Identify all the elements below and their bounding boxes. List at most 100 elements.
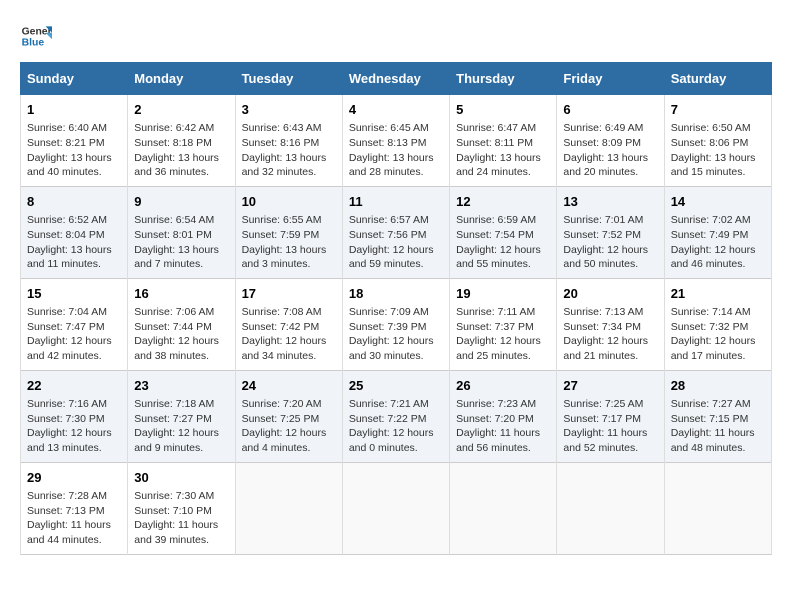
day-number: 8 (27, 193, 121, 211)
day-number: 4 (349, 101, 443, 119)
calendar-cell (664, 462, 771, 554)
day-number: 16 (134, 285, 228, 303)
calendar-cell: 18 Sunrise: 7:09 AM Sunset: 7:39 PM Dayli… (342, 278, 449, 370)
calendar-cell: 15 Sunrise: 7:04 AM Sunset: 7:47 PM Dayli… (21, 278, 128, 370)
day-info: Sunrise: 6:43 AM Sunset: 8:16 PM Dayligh… (242, 121, 336, 180)
day-info: Sunrise: 6:45 AM Sunset: 8:13 PM Dayligh… (349, 121, 443, 180)
day-number: 30 (134, 469, 228, 487)
day-info: Sunrise: 7:08 AM Sunset: 7:42 PM Dayligh… (242, 305, 336, 364)
svg-text:Blue: Blue (22, 38, 45, 49)
weekday-header: Saturday (664, 63, 771, 95)
day-number: 2 (134, 101, 228, 119)
day-number: 20 (563, 285, 657, 303)
day-info: Sunrise: 7:23 AM Sunset: 7:20 PM Dayligh… (456, 397, 550, 456)
calendar-table: SundayMondayTuesdayWednesdayThursdayFrid… (20, 62, 772, 555)
calendar-cell: 29Sunrise: 7:28 AM Sunset: 7:13 PM Dayli… (21, 462, 128, 554)
calendar-cell: 3 Sunrise: 6:43 AM Sunset: 8:16 PM Daylig… (235, 95, 342, 187)
day-info: Sunrise: 7:13 AM Sunset: 7:34 PM Dayligh… (563, 305, 657, 364)
calendar-cell (235, 462, 342, 554)
day-info: Sunrise: 7:18 AM Sunset: 7:27 PM Dayligh… (134, 397, 228, 456)
calendar-cell: 22 Sunrise: 7:16 AM Sunset: 7:30 PM Dayli… (21, 370, 128, 462)
calendar-cell: 25 Sunrise: 7:21 AM Sunset: 7:22 PM Dayli… (342, 370, 449, 462)
day-info: Sunrise: 7:01 AM Sunset: 7:52 PM Dayligh… (563, 213, 657, 272)
calendar-cell: 1 Sunrise: 6:40 AM Sunset: 8:21 PM Daylig… (21, 95, 128, 187)
calendar-cell: 21Sunrise: 7:14 AM Sunset: 7:32 PM Dayli… (664, 278, 771, 370)
day-info: Sunrise: 7:28 AM Sunset: 7:13 PM Dayligh… (27, 489, 121, 548)
day-info: Sunrise: 6:54 AM Sunset: 8:01 PM Dayligh… (134, 213, 228, 272)
calendar-cell (557, 462, 664, 554)
day-info: Sunrise: 6:57 AM Sunset: 7:56 PM Dayligh… (349, 213, 443, 272)
day-number: 18 (349, 285, 443, 303)
day-number: 3 (242, 101, 336, 119)
day-info: Sunrise: 7:09 AM Sunset: 7:39 PM Dayligh… (349, 305, 443, 364)
day-info: Sunrise: 7:30 AM Sunset: 7:10 PM Dayligh… (134, 489, 228, 548)
day-info: Sunrise: 7:20 AM Sunset: 7:25 PM Dayligh… (242, 397, 336, 456)
day-info: Sunrise: 6:42 AM Sunset: 8:18 PM Dayligh… (134, 121, 228, 180)
day-info: Sunrise: 6:40 AM Sunset: 8:21 PM Dayligh… (27, 121, 121, 180)
day-info: Sunrise: 7:25 AM Sunset: 7:17 PM Dayligh… (563, 397, 657, 456)
day-info: Sunrise: 7:11 AM Sunset: 7:37 PM Dayligh… (456, 305, 550, 364)
day-number: 27 (563, 377, 657, 395)
day-number: 11 (349, 193, 443, 211)
calendar-cell: 10Sunrise: 6:55 AM Sunset: 7:59 PM Dayli… (235, 186, 342, 278)
weekday-header-row: SundayMondayTuesdayWednesdayThursdayFrid… (21, 63, 772, 95)
calendar-week-row: 29Sunrise: 7:28 AM Sunset: 7:13 PM Dayli… (21, 462, 772, 554)
day-number: 25 (349, 377, 443, 395)
calendar-week-row: 1 Sunrise: 6:40 AM Sunset: 8:21 PM Daylig… (21, 95, 772, 187)
day-info: Sunrise: 7:06 AM Sunset: 7:44 PM Dayligh… (134, 305, 228, 364)
day-info: Sunrise: 7:16 AM Sunset: 7:30 PM Dayligh… (27, 397, 121, 456)
day-info: Sunrise: 7:21 AM Sunset: 7:22 PM Dayligh… (349, 397, 443, 456)
calendar-cell (342, 462, 449, 554)
day-info: Sunrise: 6:47 AM Sunset: 8:11 PM Dayligh… (456, 121, 550, 180)
calendar-week-row: 22 Sunrise: 7:16 AM Sunset: 7:30 PM Dayli… (21, 370, 772, 462)
day-number: 15 (27, 285, 121, 303)
calendar-cell: 28Sunrise: 7:27 AM Sunset: 7:15 PM Dayli… (664, 370, 771, 462)
calendar-cell: 13 Sunrise: 7:01 AM Sunset: 7:52 PM Dayli… (557, 186, 664, 278)
logo-icon: General Blue (20, 20, 52, 52)
day-number: 9 (134, 193, 228, 211)
calendar-cell: 23 Sunrise: 7:18 AM Sunset: 7:27 PM Dayli… (128, 370, 235, 462)
calendar-cell: 8 Sunrise: 6:52 AM Sunset: 8:04 PM Daylig… (21, 186, 128, 278)
calendar-cell: 26 Sunrise: 7:23 AM Sunset: 7:20 PM Dayli… (450, 370, 557, 462)
day-info: Sunrise: 7:04 AM Sunset: 7:47 PM Dayligh… (27, 305, 121, 364)
weekday-header: Thursday (450, 63, 557, 95)
weekday-header: Wednesday (342, 63, 449, 95)
calendar-cell: 19Sunrise: 7:11 AM Sunset: 7:37 PM Dayli… (450, 278, 557, 370)
calendar-cell: 5 Sunrise: 6:47 AM Sunset: 8:11 PM Daylig… (450, 95, 557, 187)
day-number: 24 (242, 377, 336, 395)
day-number: 12 (456, 193, 550, 211)
day-info: Sunrise: 6:49 AM Sunset: 8:09 PM Dayligh… (563, 121, 657, 180)
day-number: 14 (671, 193, 765, 211)
calendar-cell: 16 Sunrise: 7:06 AM Sunset: 7:44 PM Dayli… (128, 278, 235, 370)
calendar-cell (450, 462, 557, 554)
weekday-header: Sunday (21, 63, 128, 95)
calendar-cell: 24 Sunrise: 7:20 AM Sunset: 7:25 PM Dayli… (235, 370, 342, 462)
day-number: 26 (456, 377, 550, 395)
logo: General Blue (20, 20, 52, 52)
day-number: 5 (456, 101, 550, 119)
weekday-header: Tuesday (235, 63, 342, 95)
day-number: 7 (671, 101, 765, 119)
page-header: General Blue (20, 20, 772, 52)
calendar-cell: 27 Sunrise: 7:25 AM Sunset: 7:17 PM Dayli… (557, 370, 664, 462)
calendar-cell: 9 Sunrise: 6:54 AM Sunset: 8:01 PM Daylig… (128, 186, 235, 278)
day-number: 21 (671, 285, 765, 303)
calendar-cell: 11 Sunrise: 6:57 AM Sunset: 7:56 PM Dayli… (342, 186, 449, 278)
calendar-cell: 14 Sunrise: 7:02 AM Sunset: 7:49 PM Dayli… (664, 186, 771, 278)
day-info: Sunrise: 6:50 AM Sunset: 8:06 PM Dayligh… (671, 121, 765, 180)
day-number: 22 (27, 377, 121, 395)
day-number: 10 (242, 193, 336, 211)
day-number: 13 (563, 193, 657, 211)
calendar-cell: 6Sunrise: 6:49 AM Sunset: 8:09 PM Daylig… (557, 95, 664, 187)
day-info: Sunrise: 6:59 AM Sunset: 7:54 PM Dayligh… (456, 213, 550, 272)
calendar-cell: 12 Sunrise: 6:59 AM Sunset: 7:54 PM Dayli… (450, 186, 557, 278)
calendar-cell: 17Sunrise: 7:08 AM Sunset: 7:42 PM Dayli… (235, 278, 342, 370)
day-number: 23 (134, 377, 228, 395)
day-number: 1 (27, 101, 121, 119)
day-info: Sunrise: 6:52 AM Sunset: 8:04 PM Dayligh… (27, 213, 121, 272)
calendar-cell: 30 Sunrise: 7:30 AM Sunset: 7:10 PM Dayli… (128, 462, 235, 554)
weekday-header: Friday (557, 63, 664, 95)
calendar-cell: 7 Sunrise: 6:50 AM Sunset: 8:06 PM Daylig… (664, 95, 771, 187)
calendar-week-row: 8 Sunrise: 6:52 AM Sunset: 8:04 PM Daylig… (21, 186, 772, 278)
day-info: Sunrise: 7:02 AM Sunset: 7:49 PM Dayligh… (671, 213, 765, 272)
